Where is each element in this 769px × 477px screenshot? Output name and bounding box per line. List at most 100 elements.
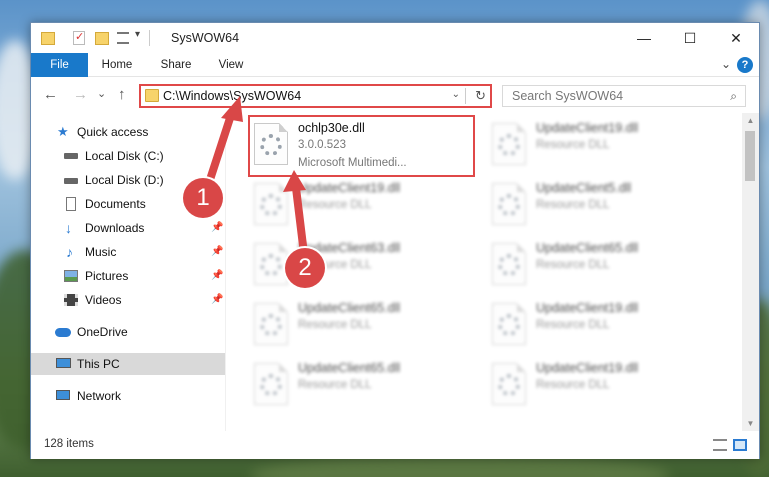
file-name: UpdateClient19.dll (536, 361, 639, 375)
search-icon[interactable]: ⌕ (730, 89, 737, 104)
up-button[interactable]: ↑ (118, 86, 126, 103)
navigation-pane: ★ Quick access Local Disk (C:) Local Dis… (31, 113, 225, 431)
address-separator (465, 88, 466, 104)
dll-file-icon (254, 303, 288, 345)
sidebar-item-this-pc[interactable]: This PC (31, 353, 225, 375)
sidebar-item-onedrive[interactable]: OneDrive (31, 321, 225, 343)
tab-home[interactable]: Home (95, 53, 139, 77)
sidebar-item-label: Quick access (77, 125, 149, 139)
file-type: Resource DLL (298, 379, 372, 391)
forward-button[interactable]: → (73, 86, 88, 103)
minimize-button[interactable]: — (621, 23, 667, 53)
scroll-up-icon[interactable]: ▲ (742, 116, 759, 125)
sidebar-item-local-disk-c[interactable]: Local Disk (C:) (31, 145, 225, 167)
file-item[interactable]: UpdateClient19.dll Resource DLL (488, 117, 714, 175)
sidebar-item-label: Documents (85, 197, 146, 211)
explorer-window: ✓ ▾ SysWOW64 — ☐ ✕ File Home Share View … (30, 22, 760, 459)
close-button[interactable]: ✕ (713, 23, 759, 53)
network-icon (56, 390, 70, 400)
sidebar-item-videos[interactable]: Videos 📌 (31, 289, 225, 311)
folder-icon (41, 32, 55, 45)
file-item[interactable]: UpdateClient5.dll Resource DLL (488, 177, 714, 235)
expand-ribbon-icon[interactable]: ⌄ (721, 57, 731, 71)
drive-icon (64, 178, 78, 184)
file-name: UpdateClient65.dll (298, 301, 401, 315)
file-name: UpdateClient19.dll (298, 181, 401, 195)
address-dropdown-icon[interactable]: ⌄ (452, 89, 460, 100)
dll-file-icon (492, 243, 526, 285)
sidebar-item-label: OneDrive (77, 325, 128, 339)
folder-icon (145, 89, 159, 102)
tab-view[interactable]: View (213, 53, 249, 77)
file-highlight-box (248, 115, 475, 177)
address-row: ← → ⌄ ↑ C:\Windows\SysWOW64 ⌄ ↻ Search S… (31, 77, 759, 113)
pin-icon[interactable]: 📌 (211, 265, 223, 287)
sidebar-item-label: Local Disk (C:) (85, 149, 164, 163)
dll-file-icon (254, 363, 288, 405)
pin-icon[interactable]: 📌 (211, 289, 223, 311)
file-item[interactable]: UpdateClient19.dll Resource DLL (488, 357, 714, 415)
file-item[interactable]: UpdateClient63.dll Resource DLL (250, 237, 476, 295)
sidebar-item-quick-access[interactable]: ★ Quick access (31, 121, 225, 143)
title-bar: ✓ ▾ SysWOW64 — ☐ ✕ (31, 23, 759, 53)
scroll-down-icon[interactable]: ▼ (742, 419, 759, 428)
drive-icon (64, 153, 78, 159)
sidebar-item-pictures[interactable]: Pictures 📌 (31, 265, 225, 287)
callout-2: 2 (285, 248, 325, 288)
help-icon[interactable]: ? (737, 57, 753, 73)
search-input[interactable]: Search SysWOW64 ⌕ (502, 85, 746, 107)
dll-file-icon (492, 303, 526, 345)
sidebar-item-network[interactable]: Network (31, 385, 225, 407)
sidebar-item-label: Videos (85, 293, 122, 307)
sidebar-item-label: This PC (77, 357, 120, 371)
tab-share[interactable]: Share (155, 53, 197, 77)
large-icons-view-icon[interactable] (733, 439, 747, 451)
dll-file-icon (254, 183, 288, 225)
tab-file[interactable]: File (31, 53, 88, 77)
dll-file-icon (492, 363, 526, 405)
file-name: UpdateClient65.dll (298, 361, 401, 375)
file-type: Resource DLL (536, 379, 610, 391)
picture-icon (64, 270, 78, 282)
file-name: UpdateClient19.dll (536, 121, 639, 135)
dll-file-icon (254, 243, 288, 285)
music-icon: ♪ (66, 244, 73, 260)
customize-toolbar-icon[interactable]: ▾ (135, 29, 140, 45)
details-view-icon[interactable] (713, 439, 727, 451)
file-name: UpdateClient5.dll (536, 181, 632, 195)
file-item[interactable]: UpdateClient65.dll Resource DLL (488, 237, 714, 295)
refresh-icon[interactable]: ↻ (475, 88, 486, 104)
pin-icon[interactable]: 📌 (211, 217, 223, 239)
sidebar-item-downloads[interactable]: ↓ Downloads 📌 (31, 217, 225, 239)
callout-1: 1 (183, 178, 223, 218)
window-title: SysWOW64 (171, 31, 240, 45)
dll-file-icon (492, 183, 526, 225)
file-item[interactable]: UpdateClient19.dll Resource DLL (488, 297, 714, 355)
dll-file-icon (492, 123, 526, 165)
file-type: Resource DLL (298, 319, 372, 331)
file-type: Resource DLL (536, 259, 610, 271)
view-options-icon[interactable] (117, 32, 129, 44)
address-bar[interactable]: C:\Windows\SysWOW64 ⌄ ↻ (139, 84, 492, 108)
file-item[interactable]: UpdateClient19.dll Resource DLL (250, 177, 476, 235)
sidebar-item-label: Local Disk (D:) (85, 173, 164, 187)
pin-icon[interactable]: 📌 (211, 241, 223, 263)
properties-icon[interactable]: ✓ (73, 31, 85, 45)
file-item[interactable]: UpdateClient65.dll Resource DLL (250, 297, 476, 355)
sidebar-item-music[interactable]: ♪ Music 📌 (31, 241, 225, 263)
new-folder-icon[interactable] (95, 32, 109, 45)
vertical-scrollbar[interactable]: ▲ ▼ (742, 113, 759, 431)
status-bar: 128 items (31, 431, 759, 459)
file-type: Resource DLL (536, 139, 610, 151)
address-path[interactable]: C:\Windows\SysWOW64 (163, 89, 301, 103)
back-button[interactable]: ← (43, 86, 58, 103)
scroll-thumb[interactable] (745, 131, 755, 181)
file-type: Resource DLL (536, 199, 610, 211)
file-name: UpdateClient19.dll (536, 301, 639, 315)
file-item[interactable]: UpdateClient65.dll Resource DLL (250, 357, 476, 415)
recent-locations-button[interactable]: ⌄ (97, 87, 106, 100)
video-icon (64, 294, 78, 306)
maximize-button[interactable]: ☐ (667, 23, 713, 53)
star-icon: ★ (57, 124, 69, 139)
search-placeholder: Search SysWOW64 (512, 89, 624, 103)
